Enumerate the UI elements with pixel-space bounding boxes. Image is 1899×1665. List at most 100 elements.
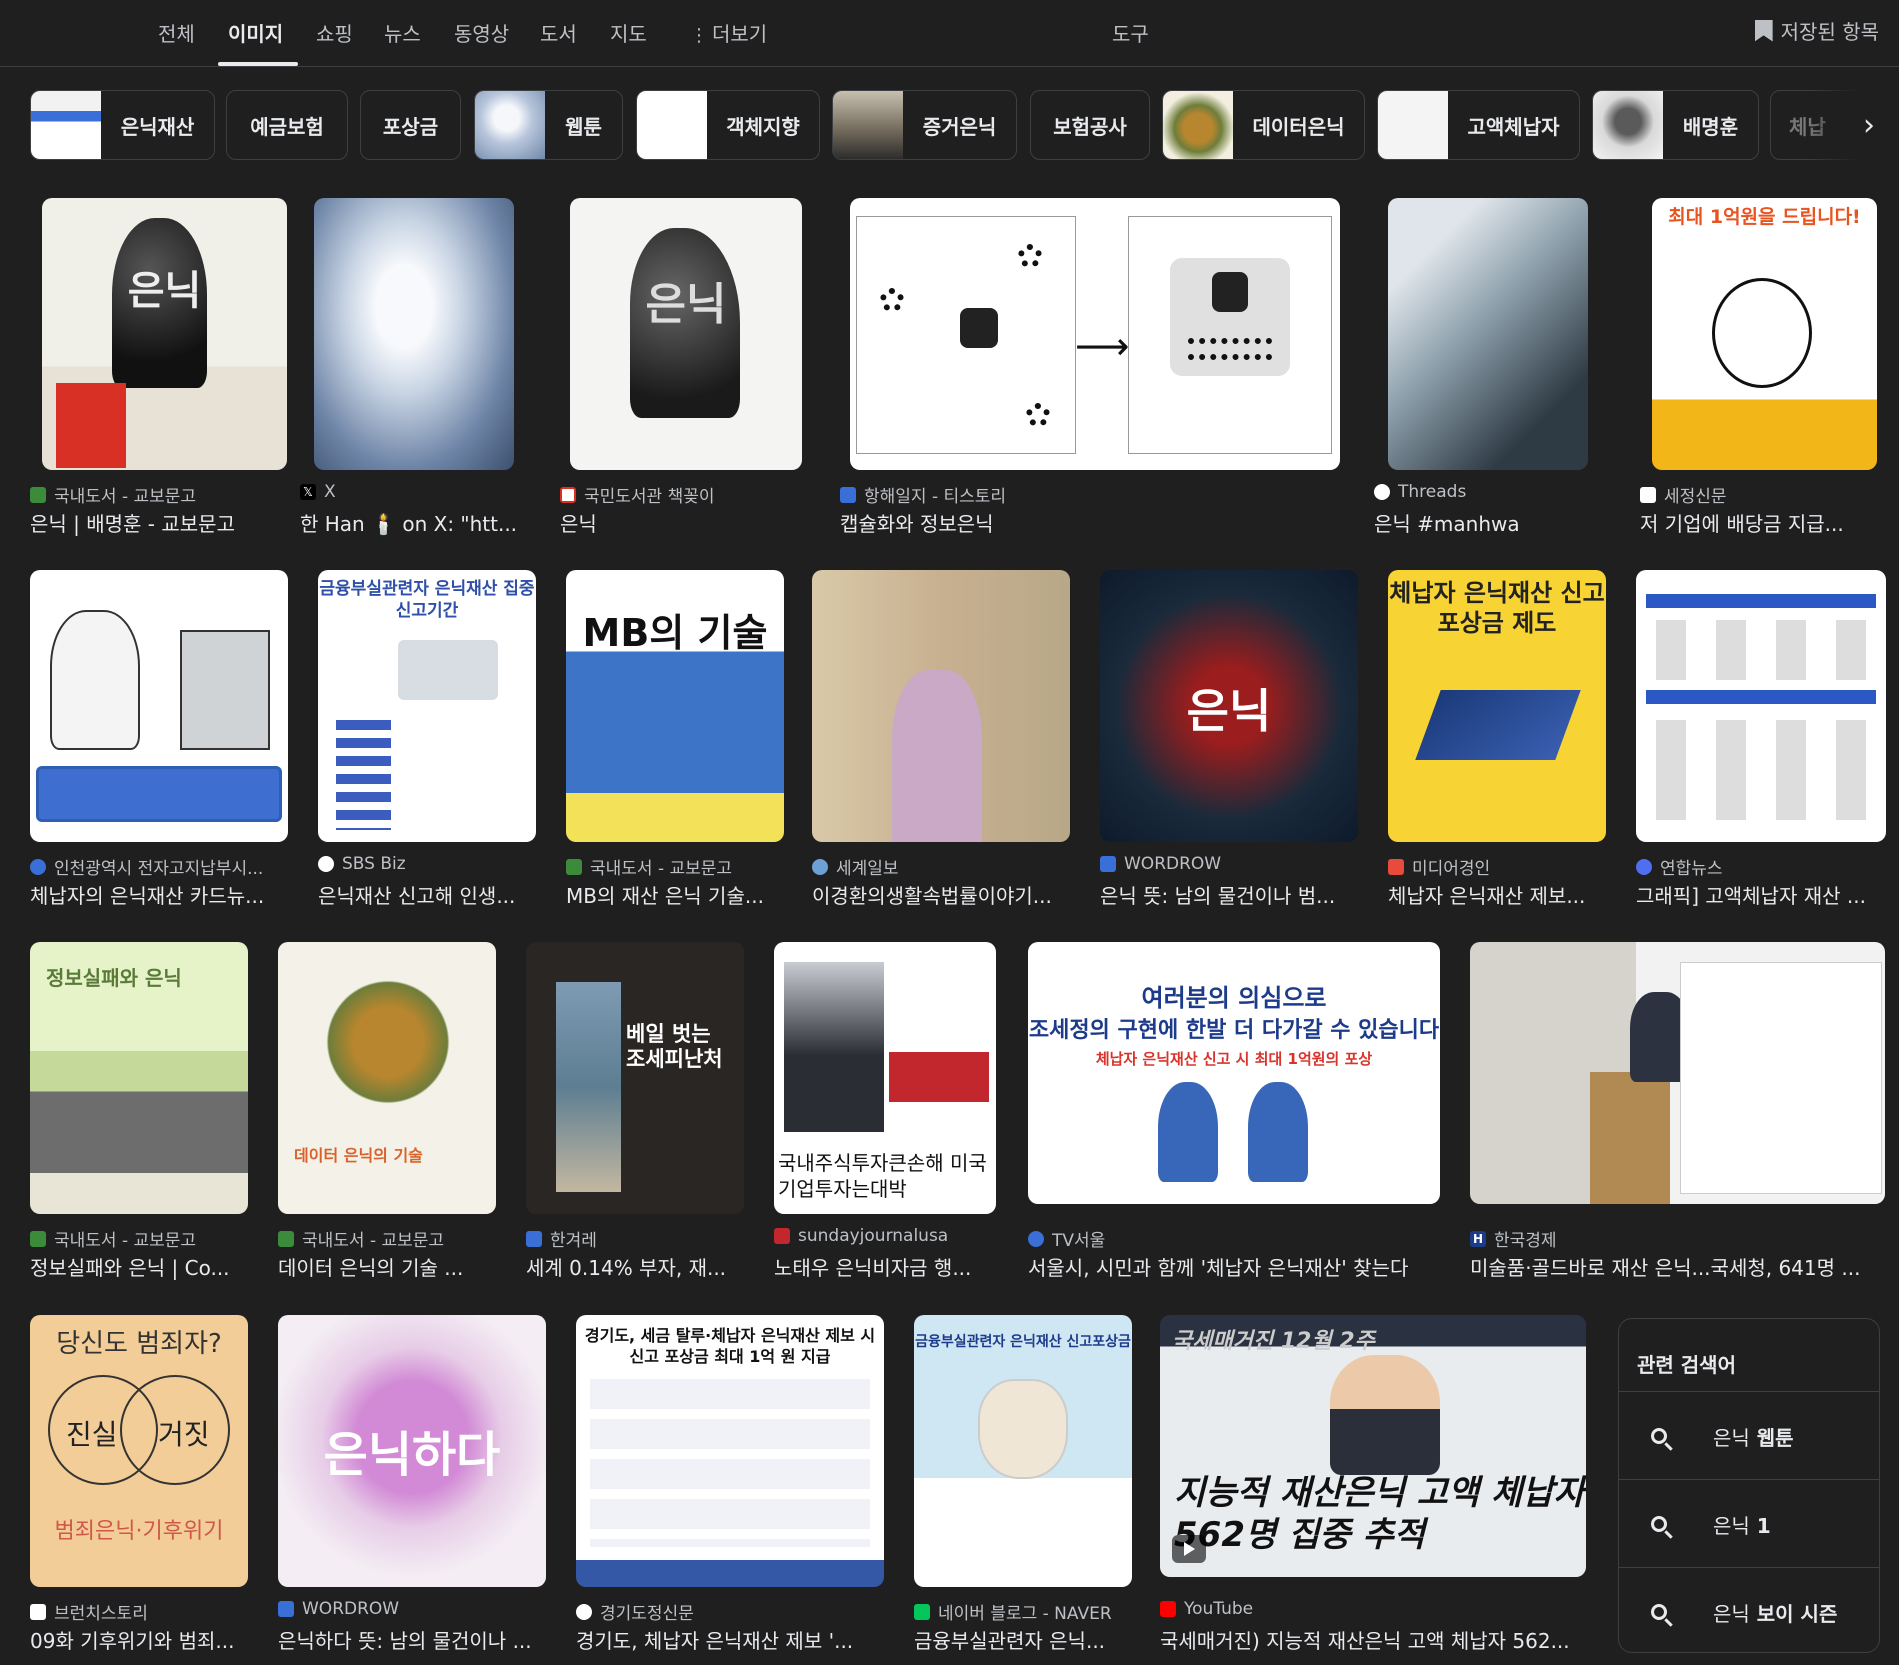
result-source-label: Threads bbox=[1398, 482, 1467, 502]
tab-more[interactable]: ⋮ 더보기 bbox=[690, 18, 767, 47]
tab-images[interactable]: 이미지 bbox=[228, 18, 283, 47]
image-result[interactable]: 국내주식투자큰손해 미국기업투자는대박 sundayjournalusa 노태우… bbox=[774, 942, 999, 1282]
result-image: 국세매거진 12월 2주 지능적 재산은닉 고액 체납자 562명 집중 추적 bbox=[1160, 1315, 1586, 1577]
result-title[interactable]: 금융부실관련자 은닉... bbox=[914, 1625, 1129, 1654]
chip-deposit-insurance[interactable]: 예금보험 bbox=[226, 90, 348, 160]
related-search-item[interactable]: 은닉 1 bbox=[1619, 1479, 1879, 1568]
result-source: 한겨레 bbox=[526, 1226, 597, 1251]
chip-label: 웹툰 bbox=[565, 114, 602, 139]
result-image bbox=[812, 570, 1070, 842]
result-title[interactable]: 서울시, 시민과 함께 '체납자 은닉재산' 찾는다 bbox=[1028, 1252, 1440, 1281]
image-result[interactable]: 정보실패와 은닉 국내도서 - 교보문고 정보실패와 은닉 | Co... bbox=[30, 942, 255, 1282]
image-result[interactable]: 은닉 WORDROW 은닉 뜻: 남의 물건이나 범... bbox=[1100, 570, 1362, 910]
chip-data-hiding[interactable]: 데이터은닉 bbox=[1162, 90, 1365, 160]
chip-bae-myung-hoon[interactable]: 배명훈 bbox=[1592, 90, 1759, 160]
kyobo-favicon-icon bbox=[278, 1230, 294, 1247]
tools-button[interactable]: 도구 bbox=[1112, 18, 1149, 47]
result-source: 세계일보 bbox=[812, 854, 899, 879]
result-source-label: 한겨레 bbox=[550, 1231, 597, 1251]
tvseoul-favicon-icon bbox=[1028, 1230, 1044, 1247]
result-source: 항해일지 - 티스토리 bbox=[840, 482, 1006, 507]
wordrow-favicon-icon bbox=[278, 1601, 294, 1617]
media-gyeongin-favicon-icon bbox=[1388, 858, 1404, 875]
result-title[interactable]: 캡슐화와 정보은닉 bbox=[840, 508, 1320, 537]
image-result[interactable]: 최대 1억원을 드립니다! 세정신문 저 기업에 배당금 지급... bbox=[1640, 198, 1880, 538]
flow-diagram bbox=[1656, 720, 1866, 820]
video-tag: 국세매거진 12월 2주 bbox=[1172, 1329, 1375, 1354]
result-title[interactable]: 은닉하다 뜻: 남의 물건이나 ... bbox=[278, 1625, 543, 1654]
saved-items-button[interactable]: 저장된 항목 bbox=[1754, 16, 1879, 45]
result-title[interactable]: 경기도, 체납자 은닉재산 제보 '... bbox=[576, 1625, 876, 1654]
related-search-suffix: 웹툰 bbox=[1756, 1425, 1794, 1450]
chip-hidden-assets[interactable]: 은닉재산 bbox=[30, 90, 215, 160]
image-result[interactable]: 여러분의 의심으로 조세정의 구현에 한발 더 다가갈 수 있습니다 체납자 은… bbox=[1028, 942, 1448, 1282]
image-result[interactable]: 은닉 국민도서관 책꽂이 은닉 bbox=[560, 198, 810, 538]
related-search-prefix: 은닉 bbox=[1713, 1425, 1750, 1450]
result-title[interactable]: 노태우 은닉비자금 행... bbox=[774, 1252, 989, 1281]
chip-high-delinquent[interactable]: 고액체납자 bbox=[1377, 90, 1580, 160]
image-result[interactable]: 당신도 범죄자? 진실 거짓 범죄은닉·기후위기 브런치스토리 09화 기후위기… bbox=[30, 1315, 255, 1655]
image-result[interactable]: 세계일보 이경환의생활속법률이야기... bbox=[812, 570, 1077, 910]
image-result[interactable]: 은닉하다 WORDROW 은닉하다 뜻: 남의 물건이나 ... bbox=[278, 1315, 550, 1655]
chip-insurance-corp[interactable]: 보험공사 bbox=[1030, 90, 1150, 160]
chip-evidence-concealment[interactable]: 증거은닉 bbox=[832, 90, 1017, 160]
tab-shopping[interactable]: 쇼핑 bbox=[316, 18, 353, 47]
image-result[interactable]: 𝕏X 한 Han 🕯️ on X: "htt... bbox=[300, 198, 540, 538]
result-source-label: 인천광역시 전자고지납부시... bbox=[54, 859, 264, 879]
youtube-favicon-icon bbox=[1160, 1601, 1176, 1617]
image-result[interactable]: Threads 은닉 #manhwa bbox=[1374, 198, 1604, 538]
threads-logo-icon bbox=[1374, 484, 1390, 500]
tab-maps[interactable]: 지도 bbox=[610, 18, 647, 47]
result-source: 국내도서 - 교보문고 bbox=[30, 1226, 196, 1251]
chip-webtoon[interactable]: 웹툰 bbox=[474, 90, 623, 160]
poster-headline: 경기도, 세금 탈루·체납자 은닉재산 제보 시 신고 포상금 최대 1억 원 … bbox=[584, 1326, 876, 1366]
image-result[interactable]: 경기도, 세금 탈루·체납자 은닉재산 제보 시 신고 포상금 최대 1억 원 … bbox=[576, 1315, 886, 1655]
image-result[interactable]: 데이터 은닉의 기술 국내도서 - 교보문고 데이터 은닉의 기술 ... bbox=[278, 942, 503, 1282]
image-result[interactable]: 금융부실관련자 은닉재산 신고포상금 네이버 블로그 - NAVER 금융부실관… bbox=[914, 1315, 1139, 1655]
related-search-item[interactable]: 은닉 웹툰 bbox=[1619, 1391, 1879, 1480]
image-result[interactable]: 은닉 국내도서 - 교보문고 은닉 | 배명훈 - 교보문고 bbox=[30, 198, 290, 538]
result-image: 국내주식투자큰손해 미국기업투자는대박 bbox=[774, 942, 996, 1214]
result-title[interactable]: 은닉재산 신고해 인생... bbox=[318, 880, 533, 909]
result-title[interactable]: 체납자의 은닉재산 카드뉴... bbox=[30, 880, 285, 909]
image-result[interactable]: 연합뉴스 그래픽] 고액체납자 재산 ... bbox=[1636, 570, 1886, 910]
tab-books[interactable]: 도서 bbox=[540, 18, 577, 47]
result-title[interactable]: 그래픽] 고액체납자 재산 ... bbox=[1636, 880, 1881, 909]
presentation-board bbox=[1680, 962, 1882, 1194]
chip-label: 배명훈 bbox=[1682, 114, 1739, 139]
image-result[interactable]: 베일 벗는 조세피난처 한겨레 세계 0.14% 부자, 재... bbox=[526, 942, 751, 1282]
result-title[interactable]: 09화 기후위기와 범죄... bbox=[30, 1625, 245, 1654]
chip-object-oriented[interactable]: 객체지향 bbox=[636, 90, 820, 160]
result-title[interactable]: 세계 0.14% 부자, 재... bbox=[526, 1252, 741, 1281]
result-title[interactable]: 저 기업에 배당금 지급... bbox=[1640, 508, 1870, 537]
result-title[interactable]: 은닉 뜻: 남의 물건이나 범... bbox=[1100, 880, 1358, 909]
result-title[interactable]: 한 Han 🕯️ on X: "htt... bbox=[300, 508, 520, 537]
image-result[interactable]: 인천광역시 전자고지납부시... 체납자의 은닉재산 카드뉴... bbox=[30, 570, 295, 910]
tab-news[interactable]: 뉴스 bbox=[384, 18, 421, 47]
image-result[interactable]: MB의 기술 국내도서 - 교보문고 MB의 재산 은닉 기술... bbox=[566, 570, 791, 910]
result-title[interactable]: 은닉 | 배명훈 - 교보문고 bbox=[30, 508, 275, 537]
cartoon-figure bbox=[1158, 1082, 1218, 1182]
result-title[interactable]: 데이터 은닉의 기술 ... bbox=[278, 1252, 493, 1281]
image-result[interactable]: 금융부실관련자 은닉재산 집중신고기간 SBS Biz 은닉재산 신고해 인생.… bbox=[318, 570, 543, 910]
related-search-item[interactable]: 은닉 보이 시즌 bbox=[1619, 1567, 1879, 1652]
tab-videos[interactable]: 동영상 bbox=[454, 18, 509, 47]
arrow-right-icon: ⟶ bbox=[1075, 324, 1130, 368]
result-title[interactable]: 이경환의생활속법률이야기... bbox=[812, 880, 1070, 909]
image-result[interactable]: 체납자 은닉재산 신고 포상금 제도 미디어경인 체납자 은닉재산 제보... bbox=[1388, 570, 1613, 910]
result-title[interactable]: 미술품·골드바로 재산 은닉...국세청, 641명 ... bbox=[1470, 1252, 1882, 1281]
result-title[interactable]: 정보실패와 은닉 | Co... bbox=[30, 1252, 245, 1281]
result-title[interactable]: 체납자 은닉재산 제보... bbox=[1388, 880, 1603, 909]
result-title[interactable]: 은닉 bbox=[560, 508, 792, 537]
image-result[interactable]: H 한국경제 미술품·골드바로 재산 은닉...국세청, 641명 ... bbox=[1470, 942, 1885, 1282]
result-title[interactable]: 은닉 #manhwa bbox=[1374, 508, 1594, 537]
result-title[interactable]: MB의 재산 은닉 기술... bbox=[566, 880, 781, 909]
article-headline: 국내주식투자큰손해 미국기업투자는대박 bbox=[778, 1151, 987, 1201]
result-title[interactable]: 국세매거진) 지능적 재산은닉 고액 체납자 562... bbox=[1160, 1625, 1580, 1654]
tab-all[interactable]: 전체 bbox=[158, 18, 195, 47]
image-result[interactable]: 국세매거진 12월 2주 지능적 재산은닉 고액 체납자 562명 집중 추적 … bbox=[1160, 1315, 1590, 1655]
gear-icon bbox=[1026, 403, 1050, 427]
chips-next-button[interactable]: › bbox=[1809, 90, 1899, 160]
chip-reward[interactable]: 포상금 bbox=[360, 90, 461, 160]
image-result[interactable]: ⟶ 항해일지 - 티스토리 캡슐화와 정보은닉 bbox=[840, 198, 1350, 538]
